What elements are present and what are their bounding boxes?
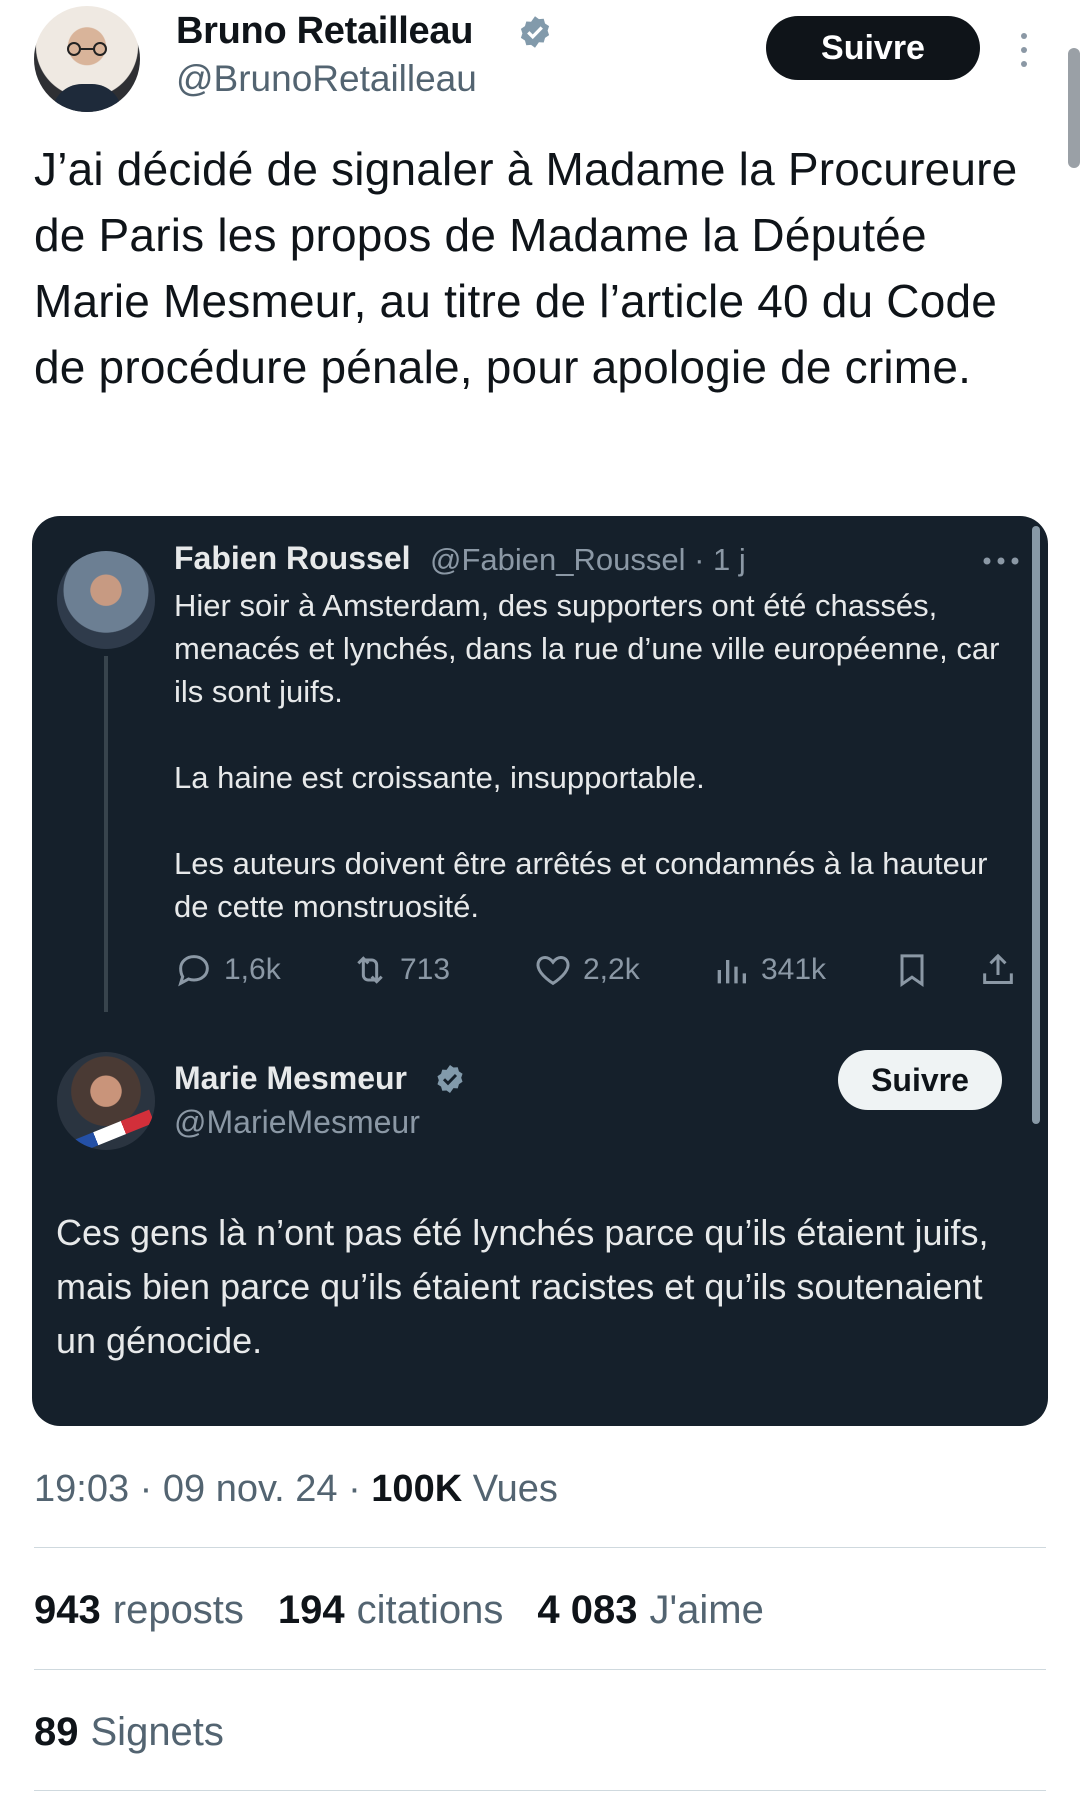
reply-tweet-text: Ces gens là n’ont pas été lynchés parce …: [56, 1212, 989, 1361]
author-name[interactable]: Bruno Retailleau: [176, 10, 473, 53]
parent-tweet-text: Hier soir à Amsterdam, des supporters on…: [174, 588, 1000, 924]
reply-author-handle[interactable]: @MarieMesmeur: [174, 1104, 420, 1141]
share-icon: [983, 953, 1013, 984]
more-options-icon[interactable]: [982, 556, 1020, 566]
time-date[interactable]: 19:03 · 09 nov. 24 ·: [34, 1468, 371, 1510]
parent-author-name[interactable]: Fabien Roussel: [174, 540, 411, 577]
avatar-suit: [52, 84, 122, 112]
repost-count: 713: [400, 953, 451, 986]
parent-author-avatar[interactable]: [57, 551, 155, 649]
reply-action[interactable]: 1,6k: [174, 948, 281, 992]
page-scrollbar[interactable]: [1068, 48, 1080, 168]
verified-badge-icon: [437, 1065, 463, 1093]
tweet-text: J’ai décidé de signaler à Madame la Proc…: [34, 143, 1018, 393]
avatar-glasses: [67, 42, 107, 56]
verified-badge-icon: [520, 16, 550, 48]
reply-icon: [178, 955, 209, 987]
repost-icon: [357, 956, 383, 984]
author-avatar[interactable]: [34, 6, 140, 112]
analytics-icon: [717, 960, 746, 984]
views-count: 341k: [761, 953, 827, 986]
tweet-timestamp-views: 19:03 · 09 nov. 24 · 100K Vues: [34, 1468, 558, 1511]
more-options-icon[interactable]: [1013, 30, 1035, 70]
bookmark-action[interactable]: [892, 948, 932, 992]
views-action[interactable]: 341k: [711, 948, 826, 992]
share-action[interactable]: [978, 948, 1018, 992]
likes-stat[interactable]: 4 083 J'aime: [537, 1588, 763, 1633]
views-count-main: 100K: [371, 1468, 463, 1510]
thread-connector-line: [104, 656, 108, 1012]
reply-author-name[interactable]: Marie Mesmeur: [174, 1060, 407, 1097]
divider: [34, 1669, 1046, 1670]
author-handle[interactable]: @BrunoRetailleau: [176, 58, 477, 100]
quote-scrollbar[interactable]: [1032, 526, 1040, 1124]
views-label: Vues: [472, 1468, 558, 1510]
divider: [34, 1547, 1046, 1548]
follow-button[interactable]: Suivre: [766, 16, 980, 80]
like-action[interactable]: 2,2k: [533, 948, 640, 992]
reply-count: 1,6k: [224, 953, 281, 986]
divider: [34, 1790, 1046, 1791]
like-count: 2,2k: [583, 953, 640, 986]
follow-button-quoted[interactable]: Suivre: [838, 1050, 1002, 1110]
reply-author-avatar[interactable]: [57, 1052, 155, 1150]
heart-icon: [536, 955, 570, 986]
bookmarks-stat[interactable]: 89 Signets: [34, 1710, 224, 1755]
repost-action[interactable]: 713: [350, 948, 450, 992]
engagement-stats: 943 reposts 194 citations 4 083 J'aime: [34, 1588, 764, 1633]
bookmark-icon: [900, 954, 924, 988]
parent-author-handle-time[interactable]: @Fabien_Roussel · 1 j: [430, 542, 746, 578]
quotes-stat[interactable]: 194 citations: [278, 1588, 504, 1633]
reposts-stat[interactable]: 943 reposts: [34, 1588, 244, 1633]
